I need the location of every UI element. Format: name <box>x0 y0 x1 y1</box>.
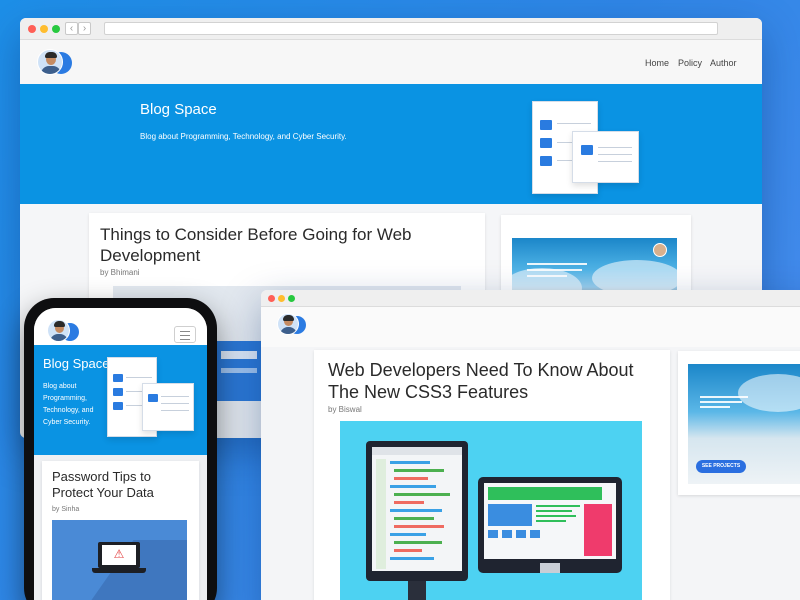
back-arrow-icon[interactable]: ‹ <box>65 22 78 35</box>
nav-link-author[interactable]: Author <box>710 58 737 68</box>
avatar[interactable] <box>37 49 63 75</box>
mobile-post-title[interactable]: Password Tips to Protect Your Data <box>52 469 192 501</box>
see-projects-button[interactable]: SEE PROJECTS <box>696 460 746 473</box>
project-screenshot-2[interactable]: SEE PROJECTS <box>688 364 800 484</box>
hero-banner: Blog Space Blog about Programming, Techn… <box>20 84 762 204</box>
browser-toolbar-2 <box>261 290 800 307</box>
browser-toolbar: ‹ › <box>20 18 762 40</box>
sidebar-project-card-2[interactable]: SEE PROJECTS <box>678 351 800 495</box>
nav-link-policy[interactable]: Policy <box>678 58 702 68</box>
post-author-2: by Biswal <box>328 405 362 414</box>
forward-arrow-icon[interactable]: › <box>78 22 91 35</box>
site-header: Home Policy Author <box>20 40 762 84</box>
hero-illustration-front <box>572 131 639 183</box>
avatar[interactable] <box>47 319 70 342</box>
post-title[interactable]: Things to Consider Before Going for Web … <box>100 224 460 266</box>
close-window-button[interactable] <box>268 295 275 302</box>
nav-link-home[interactable]: Home <box>645 58 669 68</box>
design-monitor <box>478 477 622 573</box>
post-title-2[interactable]: Web Developers Need To Know About The Ne… <box>328 359 648 403</box>
hero-title: Blog Space <box>140 101 217 118</box>
minimize-window-button[interactable] <box>40 25 48 33</box>
code-monitor <box>366 441 468 600</box>
mobile-hero-illustration-front <box>142 383 194 431</box>
mobile-hero-title: Blog Space <box>43 356 110 371</box>
site-header-2 <box>261 307 800 347</box>
post-author: by Bhimani <box>100 268 140 277</box>
post-image-2 <box>340 421 642 600</box>
mobile-phone: Blog Space Blog about Programming, Techn… <box>24 298 217 600</box>
minimize-window-button[interactable] <box>278 295 285 302</box>
mobile-post-card[interactable]: Password Tips to Protect Your Data by Si… <box>42 461 199 600</box>
mobile-hero-tagline: Blog about Programming, Technology, and … <box>43 383 94 426</box>
maximize-window-button[interactable] <box>52 25 60 33</box>
mobile-hero: Blog Space Blog about Programming, Techn… <box>34 345 207 455</box>
maximize-window-button[interactable] <box>288 295 295 302</box>
warning-icon: ⚠ <box>113 547 125 561</box>
close-window-button[interactable] <box>28 25 36 33</box>
mobile-post-author: by Sinha <box>52 506 80 513</box>
avatar[interactable] <box>277 313 299 335</box>
mobile-header <box>34 308 207 346</box>
phone-screen: Blog Space Blog about Programming, Techn… <box>34 308 207 600</box>
hamburger-menu-icon[interactable] <box>174 326 196 343</box>
hero-tagline: Blog about Programming, Technology, and … <box>140 132 347 141</box>
mobile-post-image: ⚠ <box>52 520 187 600</box>
address-bar[interactable] <box>104 22 718 35</box>
